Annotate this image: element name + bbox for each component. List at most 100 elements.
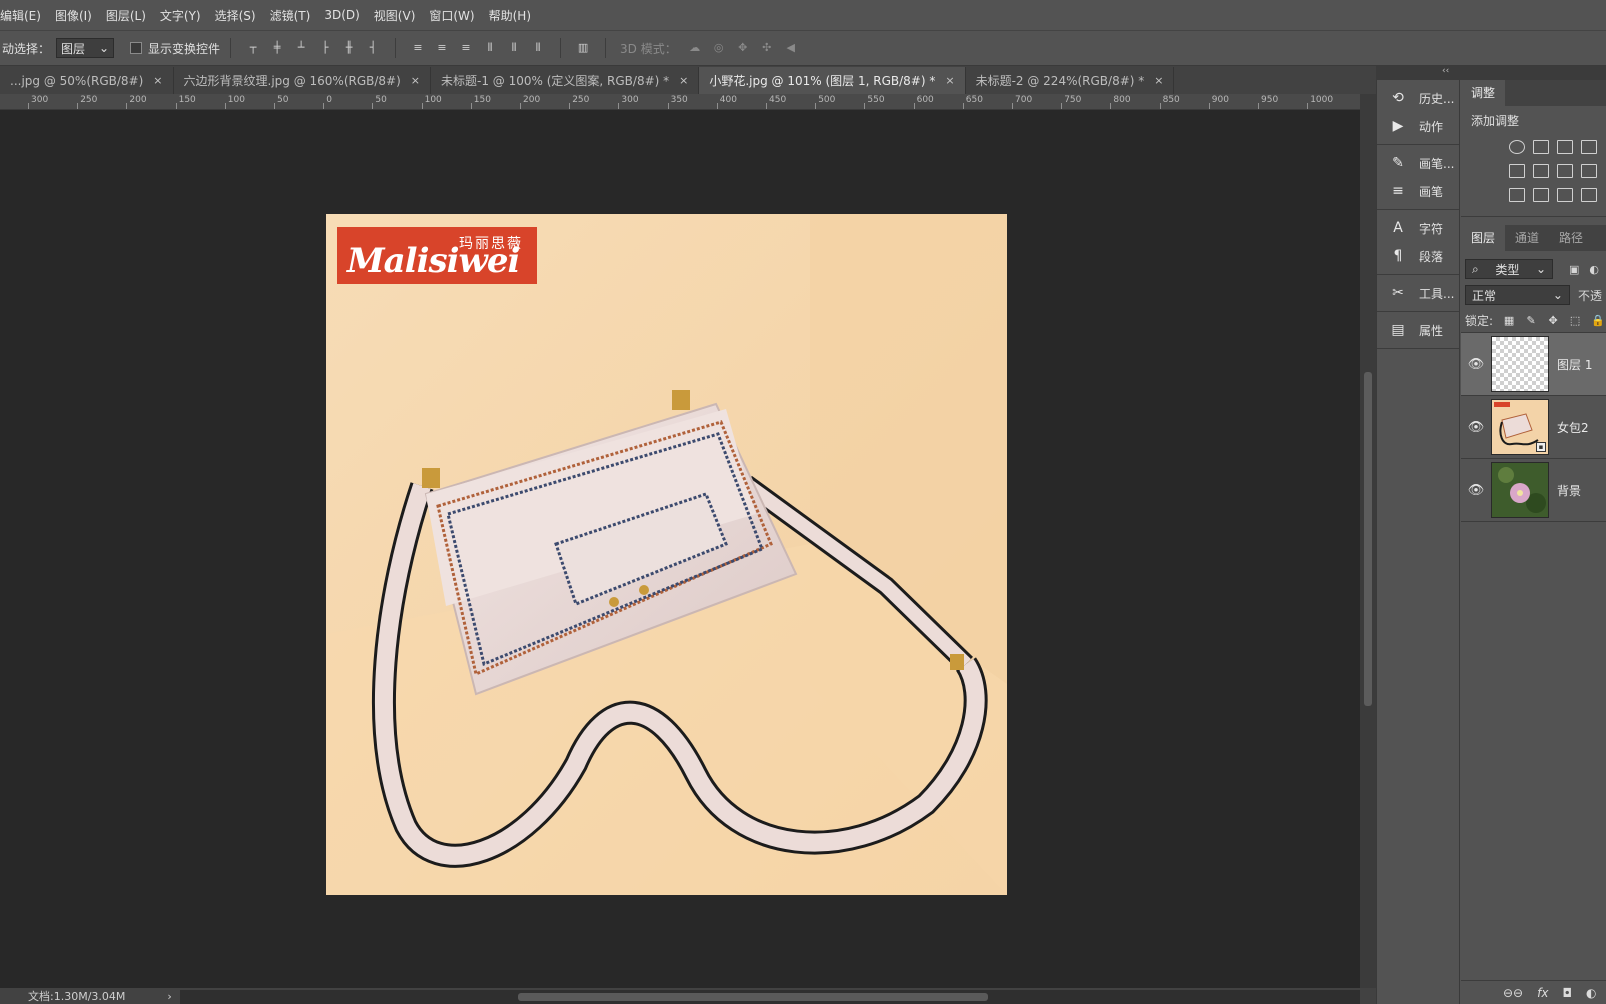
scroll-thumb[interactable] [518, 993, 988, 1001]
actions-icon: ▶ [1392, 118, 1404, 134]
scale-3d-icon[interactable]: ◀ [784, 41, 798, 55]
invert-icon[interactable] [1509, 188, 1525, 202]
exposure-icon[interactable] [1581, 140, 1597, 154]
fx-icon[interactable]: fx [1537, 986, 1548, 1000]
curves-icon[interactable] [1557, 140, 1573, 154]
layer-row[interactable]: 👁 图层 1 [1461, 333, 1606, 396]
panel-properties[interactable]: ▤ 属性 [1377, 316, 1459, 344]
distribute-left-icon[interactable]: ⦀ [483, 41, 497, 55]
menu-select[interactable]: 选择(S) [215, 7, 263, 24]
ruler-label: 1000 [1310, 95, 1334, 105]
auto-align-icon[interactable]: ▥ [576, 41, 590, 55]
distribute-hcenter-icon[interactable]: ⦀ [507, 41, 521, 55]
distribute-right-icon[interactable]: ⦀ [531, 41, 545, 55]
layer-row[interactable]: 👁 ▪ 女包2 [1461, 396, 1606, 459]
menu-filter[interactable]: 滤镜(T) [270, 7, 318, 24]
ruler-label: 300 [621, 95, 639, 105]
tab-adjustments[interactable]: 调整 [1461, 80, 1506, 106]
tab-document-1[interactable]: ...jpg @ 50%(RGB/8#) × [0, 67, 174, 94]
black-white-icon[interactable] [1557, 164, 1573, 178]
auto-select-dropdown[interactable]: 图层 ⌄ [56, 38, 115, 58]
eye-icon[interactable]: 👁 [1461, 357, 1491, 372]
menu-help[interactable]: 帮助(H) [489, 7, 538, 24]
close-icon[interactable]: × [679, 74, 688, 87]
menu-image[interactable]: 图像(I) [55, 7, 99, 24]
panel-brush-settings[interactable]: ≡ 画笔 [1377, 177, 1459, 205]
layer-row[interactable]: 👁 背景 [1461, 459, 1606, 522]
scroll-thumb[interactable] [1364, 372, 1372, 706]
align-bottom-icon[interactable]: ┴ [294, 41, 308, 55]
tab-paths[interactable]: 路径 [1549, 225, 1593, 251]
menu-window[interactable]: 窗口(W) [429, 7, 481, 24]
adjustment-layer-icon[interactable]: ◐ [1586, 986, 1596, 1000]
posterize-icon[interactable] [1533, 188, 1549, 202]
photo-filter-icon[interactable] [1581, 164, 1597, 178]
menu-edit[interactable]: 编辑(E) [0, 7, 48, 24]
horizontal-scrollbar[interactable] [180, 990, 1360, 1004]
panel-history[interactable]: ⟲ 历史... [1377, 84, 1459, 112]
tab-document-2[interactable]: 六边形背景纹理.jpg @ 160%(RGB/8#) × [173, 67, 432, 94]
vibrance-icon[interactable] [1509, 164, 1525, 178]
align-hcenter-icon[interactable]: ╫ [342, 41, 356, 55]
selective-color-icon[interactable] [1581, 188, 1597, 202]
roll-3d-icon[interactable]: ◎ [712, 41, 726, 55]
lock-artboard-icon[interactable]: ⬚ [1569, 314, 1581, 327]
lock-all-icon[interactable]: 🔒 [1591, 314, 1605, 327]
eye-icon[interactable]: 👁 [1461, 483, 1491, 498]
blend-mode-dropdown[interactable]: 正常 ⌄ [1465, 285, 1570, 305]
panel-actions[interactable]: ▶ 动作 [1377, 112, 1459, 140]
vertical-scrollbar[interactable] [1360, 94, 1376, 988]
tab-layers[interactable]: 图层 [1461, 225, 1506, 251]
status-menu-arrow[interactable]: › [167, 990, 171, 1003]
ruler-label: 450 [769, 95, 787, 105]
distribute-bottom-icon[interactable]: ≡ [459, 41, 473, 55]
eye-icon[interactable]: 👁 [1461, 420, 1491, 435]
document-image[interactable]: 玛丽思薇 Malisiwei [326, 214, 1007, 895]
tab-document-3[interactable]: 未标题-1 @ 100% (定义图案, RGB/8#) * × [431, 67, 700, 94]
collapse-icon[interactable]: ‹‹ [1442, 66, 1449, 76]
layer-filter-dropdown[interactable]: ⌕ 类型 ⌄ [1465, 259, 1553, 279]
close-icon[interactable]: × [1154, 74, 1163, 87]
panel-paragraph[interactable]: ¶ 段落 [1377, 242, 1459, 270]
color-balance-icon[interactable] [1533, 164, 1549, 178]
image-filter-icon[interactable]: ▣ [1569, 263, 1579, 276]
close-icon[interactable]: × [411, 74, 420, 87]
tab-document-5[interactable]: 未标题-2 @ 224%(RGB/8#) * × [965, 67, 1175, 94]
tab-channels[interactable]: 通道 [1505, 225, 1549, 251]
brightness-contrast-icon[interactable] [1509, 140, 1525, 154]
tab-document-4[interactable]: 小野花.jpg @ 101% (图层 1, RGB/8#) * × [699, 67, 966, 94]
pan-3d-icon[interactable]: ✥ [736, 41, 750, 55]
lock-transparent-icon[interactable]: ▦ [1503, 314, 1515, 327]
panel-tool-presets[interactable]: ✂ 工具... [1377, 279, 1459, 307]
distribute-top-icon[interactable]: ≡ [411, 41, 425, 55]
adjustment-filter-icon[interactable]: ◐ [1589, 263, 1599, 276]
menu-view[interactable]: 视图(V) [374, 7, 423, 24]
lock-position-icon[interactable]: ✥ [1547, 314, 1559, 327]
horizontal-ruler[interactable]: 300 250 200 150 100 50 0 50 100 150 200 250 300 350 40… [0, 94, 1360, 110]
align-left-icon[interactable]: ├ [318, 41, 332, 55]
distribute-vcenter-icon[interactable]: ≡ [435, 41, 449, 55]
menu-type[interactable]: 文字(Y) [160, 7, 208, 24]
link-layers-icon[interactable]: ⊖⊖ [1503, 986, 1523, 1000]
slide-3d-icon[interactable]: ✣ [760, 41, 774, 55]
menu-layer[interactable]: 图层(L) [106, 7, 153, 24]
divider [1461, 207, 1606, 217]
orbit-3d-icon[interactable]: ☁ [688, 41, 702, 55]
history-icon: ⟲ [1392, 90, 1404, 106]
levels-icon[interactable] [1533, 140, 1549, 154]
close-icon[interactable]: × [153, 74, 162, 87]
show-transform-checkbox[interactable] [130, 42, 143, 54]
menu-3d[interactable]: 3D(D) [324, 8, 366, 22]
lock-row: 锁定: ▦ ✎ ✥ ⬚ 🔒 [1461, 309, 1606, 333]
add-mask-icon[interactable]: ◘ [1562, 986, 1572, 1000]
align-top-icon[interactable]: ┬ [246, 41, 260, 55]
panel-brush[interactable]: ✎ 画笔... [1377, 149, 1459, 177]
lock-paint-icon[interactable]: ✎ [1525, 314, 1537, 327]
gradient-map-icon[interactable] [1557, 188, 1573, 202]
align-right-icon[interactable]: ┤ [366, 41, 380, 55]
align-vcenter-icon[interactable]: ╪ [270, 41, 284, 55]
layers-controls: ⌕ 类型 ⌄ ▣ ◐ 正常 ⌄ 不透 [1461, 251, 1606, 307]
ruler-tick [667, 103, 669, 109]
panel-character[interactable]: A 字符 [1377, 214, 1459, 242]
close-icon[interactable]: × [945, 74, 954, 87]
